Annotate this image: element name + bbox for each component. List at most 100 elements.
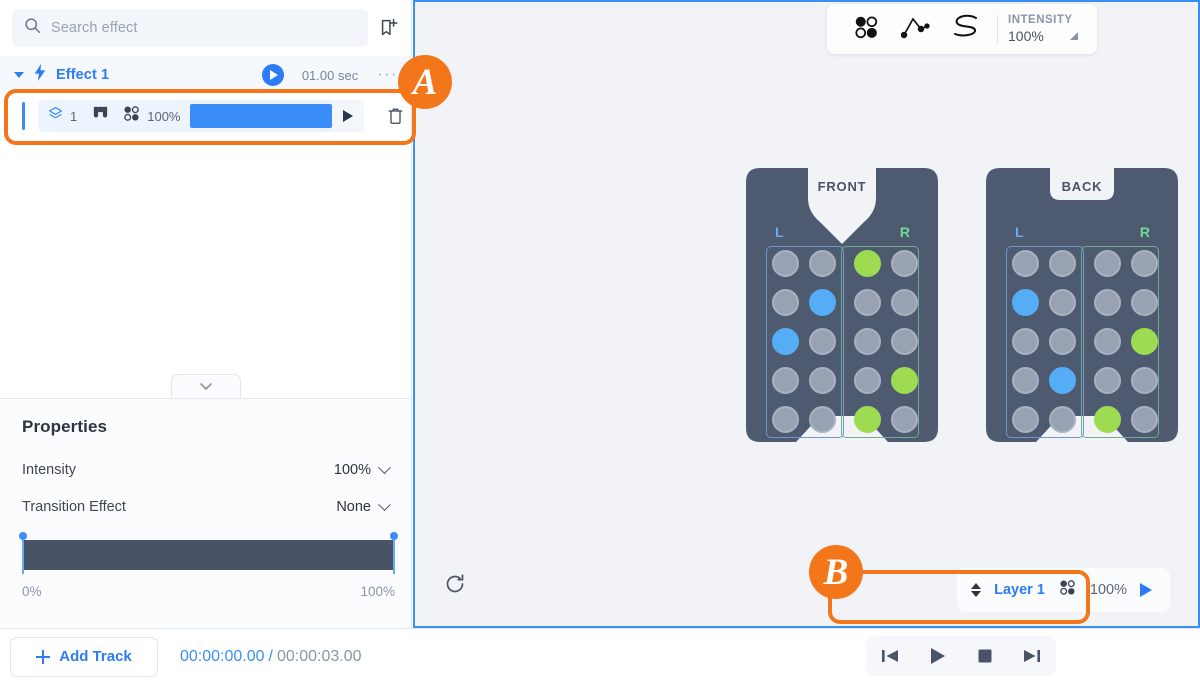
vest-node[interactable] — [1094, 289, 1121, 316]
vest-node[interactable] — [772, 367, 799, 394]
skip-to-start-button[interactable] — [873, 639, 907, 673]
envelope-fill — [22, 540, 395, 570]
vest-node[interactable] — [1131, 328, 1158, 355]
envelope-handle-left[interactable] — [19, 532, 27, 540]
track-layer-chip[interactable]: 1 — [47, 105, 77, 127]
vest-node[interactable] — [1012, 328, 1039, 355]
vest-node[interactable] — [1049, 406, 1076, 433]
vest-node[interactable] — [1094, 250, 1121, 277]
layer-card[interactable]: Layer 1 100% — [957, 568, 1170, 612]
vest-node[interactable] — [1012, 367, 1039, 394]
vest-node[interactable] — [809, 406, 836, 433]
chevron-down-icon — [199, 378, 213, 396]
vest-node[interactable] — [891, 406, 918, 433]
vest-node[interactable] — [1094, 367, 1121, 394]
play-button[interactable] — [920, 639, 954, 673]
vest-node[interactable] — [891, 289, 918, 316]
vest-node[interactable] — [1049, 328, 1076, 355]
vest-node[interactable] — [809, 367, 836, 394]
layer-name[interactable]: Layer 1 — [994, 582, 1045, 598]
transition-effect-dropdown[interactable]: None — [336, 497, 391, 515]
vest-node[interactable] — [854, 406, 881, 433]
vest-node[interactable] — [772, 328, 799, 355]
freehand-tool[interactable] — [941, 6, 991, 52]
vest-node[interactable] — [891, 367, 918, 394]
up-down-arrows-icon[interactable] — [971, 583, 982, 597]
intensity-dropdown[interactable]: 100% — [334, 460, 391, 478]
vest-node[interactable] — [1012, 250, 1039, 277]
vest-node[interactable] — [1131, 289, 1158, 316]
vest-node[interactable] — [891, 328, 918, 355]
vest-node[interactable] — [854, 289, 881, 316]
vest-node[interactable] — [809, 289, 836, 316]
vest-back[interactable]: BACK L R — [986, 162, 1178, 462]
effect-duration: 01.00 sec — [301, 67, 359, 83]
vest-node[interactable] — [1049, 250, 1076, 277]
scale-max-label: 100% — [360, 584, 395, 599]
device-canvas[interactable]: INTENSITY 100% FRONT L R BACK L R Layer … — [413, 0, 1200, 628]
vest-node[interactable] — [854, 328, 881, 355]
effect-more-button[interactable]: ··· — [377, 67, 398, 83]
left-panel: Search effect Effect 1 01.00 sec ··· 1 1… — [0, 0, 412, 628]
vest-node[interactable] — [1094, 328, 1121, 355]
skip-to-end-button[interactable] — [1015, 639, 1049, 673]
vest-node[interactable] — [854, 367, 881, 394]
track-clip-bar[interactable] — [190, 104, 332, 128]
reset-button[interactable] — [438, 569, 472, 603]
vest-front-label: FRONT — [817, 179, 867, 194]
toolbar-intensity-value: 100% — [1008, 28, 1044, 44]
dot-pattern-icon[interactable] — [122, 104, 141, 128]
annotation-badge-b: B — [809, 545, 863, 599]
effect-group-header[interactable]: Effect 1 01.00 sec ··· — [0, 56, 412, 94]
refresh-icon — [443, 572, 467, 601]
vest-node[interactable] — [809, 328, 836, 355]
caret-down-icon[interactable] — [14, 72, 24, 78]
scribble-s-icon — [950, 13, 982, 46]
vest-node[interactable] — [1049, 289, 1076, 316]
vest-node[interactable] — [1094, 406, 1121, 433]
lightning-bolt-icon — [33, 64, 47, 86]
track-row[interactable]: 1 100% — [0, 96, 412, 136]
vest-node[interactable] — [1012, 289, 1039, 316]
envelope-stop-right[interactable] — [393, 536, 395, 574]
properties-collapse-tab[interactable] — [171, 374, 241, 398]
vest-node[interactable] — [772, 250, 799, 277]
dot-pattern-icon[interactable] — [1058, 578, 1077, 602]
chevron-down-icon — [378, 497, 391, 511]
search-placeholder: Search effect — [51, 20, 138, 36]
vest-node[interactable] — [809, 250, 836, 277]
vest-node[interactable] — [1049, 367, 1076, 394]
vest-front[interactable]: FRONT L R — [746, 162, 938, 462]
layer-play-button[interactable] — [1140, 583, 1152, 597]
properties-title: Properties — [22, 417, 108, 436]
vest-node[interactable] — [772, 289, 799, 316]
track-play-button[interactable] — [332, 100, 364, 132]
track-delete-button[interactable] — [378, 100, 412, 132]
track-pill[interactable]: 1 100% — [38, 100, 364, 132]
vest-node[interactable] — [1131, 406, 1158, 433]
vest-node[interactable] — [1131, 367, 1158, 394]
search-input[interactable]: Search effect — [12, 9, 368, 47]
app-root: Search effect Effect 1 01.00 sec ··· 1 1… — [0, 0, 1200, 684]
track-drag-handle[interactable] — [22, 102, 25, 130]
path-tool[interactable] — [891, 6, 941, 52]
vest-node[interactable] — [772, 406, 799, 433]
add-track-button[interactable]: Add Track — [10, 636, 158, 677]
envelope-handle-right[interactable] — [390, 532, 398, 540]
toolbar-intensity[interactable]: INTENSITY 100% — [1008, 14, 1078, 44]
vest-node[interactable] — [891, 250, 918, 277]
effect-play-button[interactable] — [261, 64, 284, 86]
envelope-stop-left[interactable] — [22, 536, 24, 574]
intensity-envelope-slider[interactable] — [19, 532, 398, 574]
vest-node[interactable] — [1131, 250, 1158, 277]
property-label: Intensity — [22, 462, 76, 478]
caret-expand-icon[interactable] — [1069, 32, 1078, 40]
dot-pattern-tool[interactable] — [841, 6, 891, 52]
stop-button[interactable] — [968, 639, 1002, 673]
vest-node[interactable] — [854, 250, 881, 277]
vest-icon[interactable] — [91, 104, 110, 128]
vest-node[interactable] — [1012, 406, 1039, 433]
bookmark-add-icon[interactable] — [378, 17, 400, 39]
time-current: 00:00:00.00 — [180, 647, 265, 665]
vest-front-left-label: L — [775, 224, 784, 240]
